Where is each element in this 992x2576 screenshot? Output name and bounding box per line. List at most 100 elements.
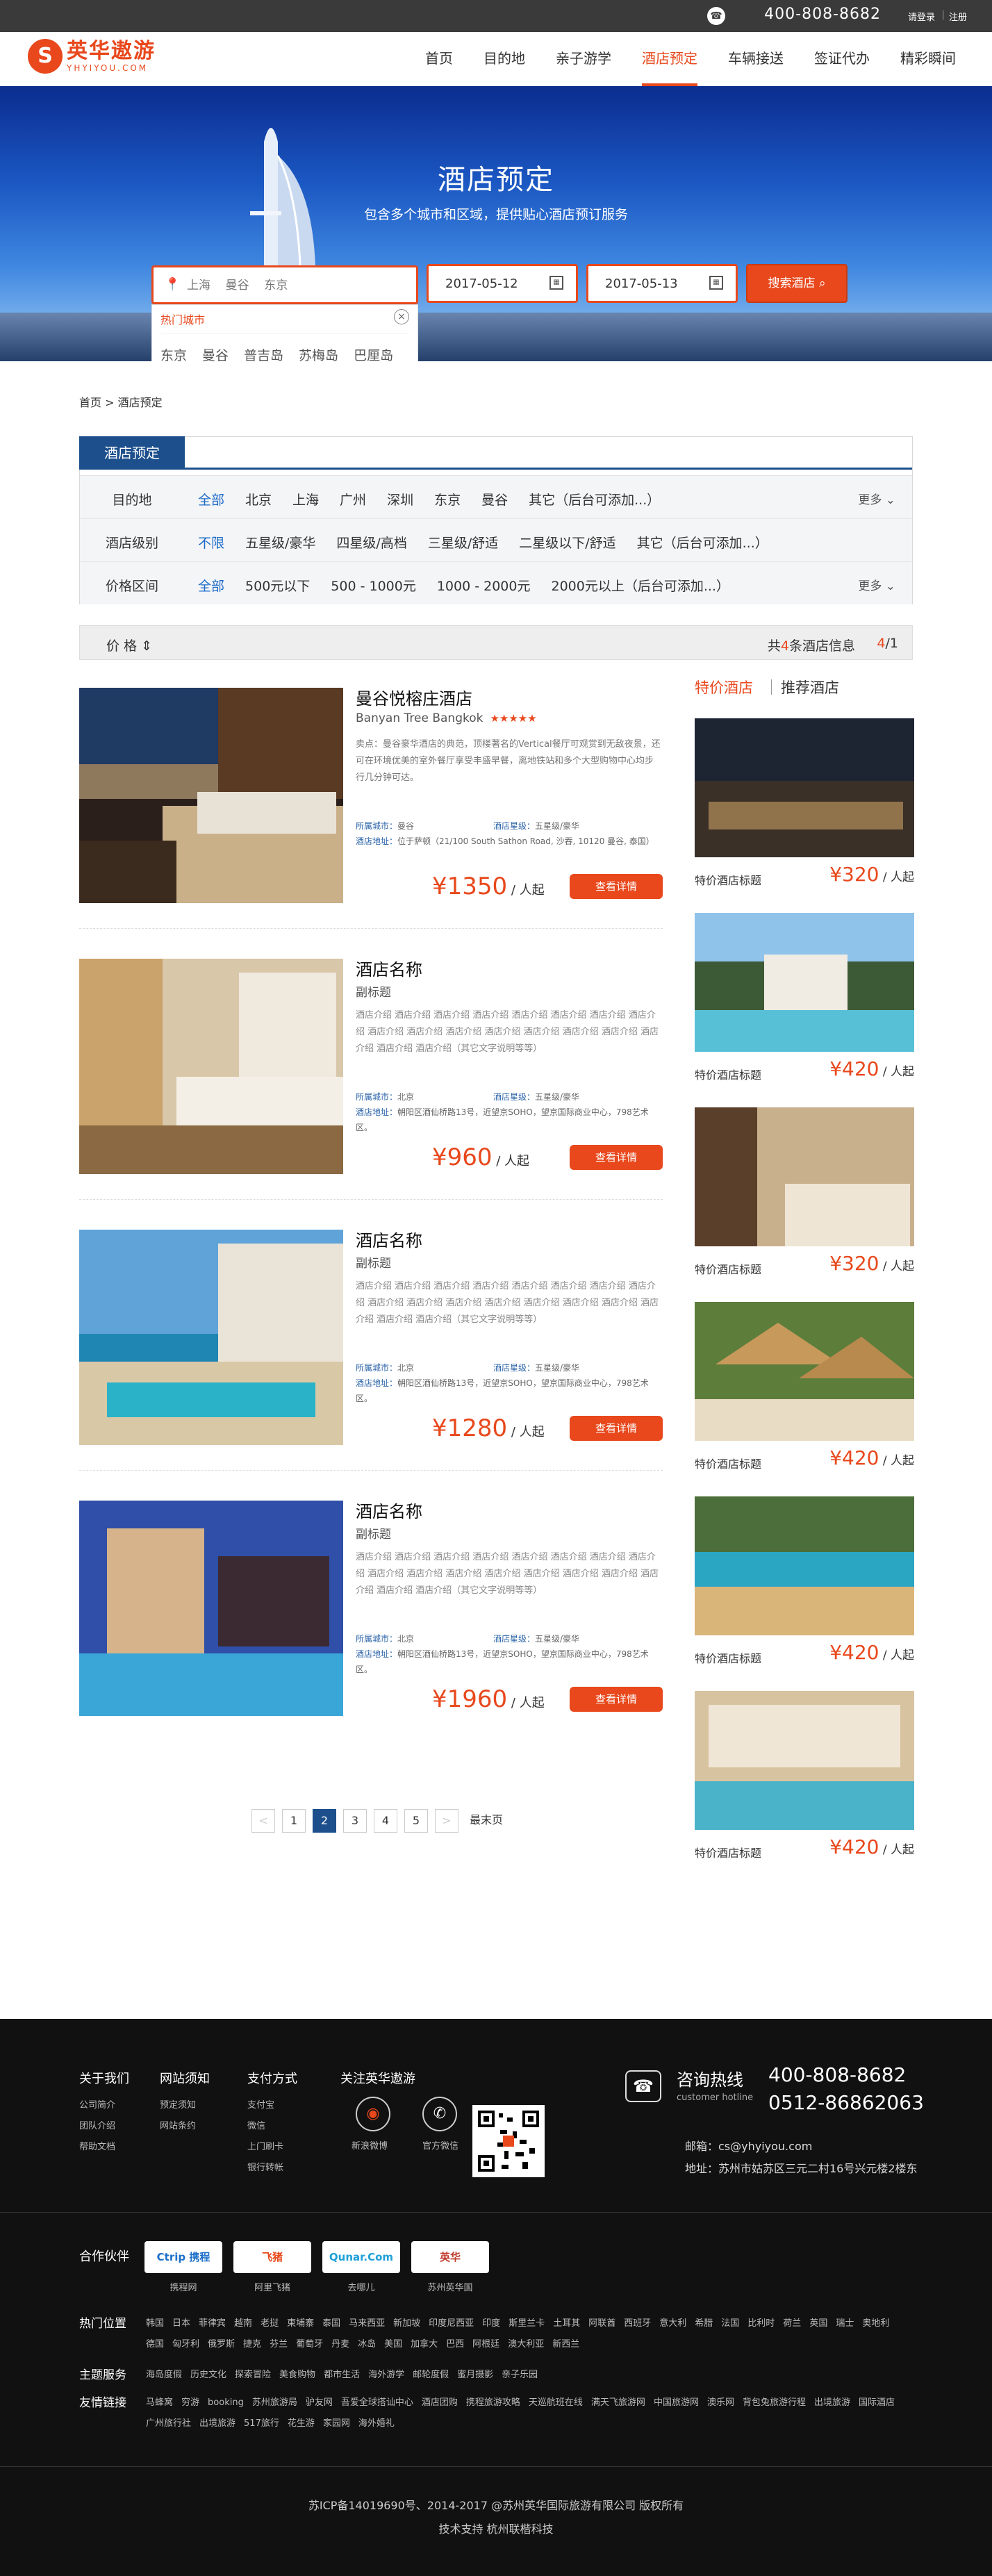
page-button-current[interactable]: 2 xyxy=(313,1809,336,1833)
friend-link[interactable]: 吾爱全球搭讪中心 xyxy=(341,2397,413,2408)
hot-destination-link[interactable]: 丹麦 xyxy=(331,2339,349,2350)
tab-recommended-hotels[interactable]: 推荐酒店 xyxy=(781,677,839,697)
friend-link[interactable]: 广州旅行社 xyxy=(146,2418,191,2429)
friend-link[interactable]: 海外婚礼 xyxy=(358,2418,395,2429)
view-details-button[interactable]: 查看详情 xyxy=(570,1416,663,1441)
nav-transfer[interactable]: 车辆接送 xyxy=(713,32,799,86)
hot-destination-link[interactable]: 加拿大 xyxy=(411,2339,438,2350)
hot-destination-link[interactable]: 老挝 xyxy=(261,2318,279,2329)
partner-logo[interactable]: Qunar.Com xyxy=(322,2241,400,2273)
partner-logo[interactable]: 飞猪 xyxy=(233,2241,311,2273)
hot-destination-link[interactable]: 土耳其 xyxy=(553,2318,580,2329)
hot-destination-link[interactable]: 冰岛 xyxy=(358,2339,376,2350)
friend-link[interactable]: 家园网 xyxy=(323,2418,350,2429)
hot-destination-link[interactable]: 菲律宾 xyxy=(199,2318,226,2329)
filter-option[interactable]: 北京 xyxy=(245,490,272,509)
view-details-button[interactable]: 查看详情 xyxy=(570,874,663,899)
footer-link[interactable]: 预定须知 xyxy=(160,2095,210,2116)
nav-home[interactable]: 首页 xyxy=(410,32,468,86)
hot-destination-link[interactable]: 西班牙 xyxy=(624,2318,651,2329)
filter-option[interactable]: 二星级以下/舒适 xyxy=(519,533,615,552)
special-hotel-card[interactable]: 特价酒店标题 ¥420 / 人起 xyxy=(695,1496,914,1685)
hot-destination-link[interactable]: 比利时 xyxy=(747,2318,775,2329)
tab-special-hotels[interactable]: 特价酒店 xyxy=(695,677,753,697)
wechat-icon[interactable]: ✆ xyxy=(422,2097,457,2131)
filter-option[interactable]: 全部 xyxy=(198,576,224,595)
hot-destination-link[interactable]: 阿联酋 xyxy=(588,2318,615,2329)
hot-destination-link[interactable]: 巴西 xyxy=(446,2339,464,2350)
special-hotel-card[interactable]: 特价酒店标题 ¥420 / 人起 xyxy=(695,913,914,1102)
hot-destination-link[interactable]: 荷兰 xyxy=(783,2318,801,2329)
weibo-icon[interactable]: ◉ xyxy=(356,2097,390,2131)
nav-study-tour[interactable]: 亲子游学 xyxy=(540,32,627,86)
hot-destination-link[interactable]: 泰国 xyxy=(322,2318,340,2329)
filter-option[interactable]: 五星级/豪华 xyxy=(245,533,315,552)
partner-logo[interactable]: Ctrip 携程 xyxy=(144,2241,222,2273)
friend-link[interactable]: 酒店团购 xyxy=(422,2397,458,2408)
hot-destination-link[interactable]: 澳大利亚 xyxy=(508,2339,544,2350)
filter-option[interactable]: 500元以下 xyxy=(245,576,310,595)
hot-destination-link[interactable]: 韩国 xyxy=(146,2318,164,2329)
search-hotel-button[interactable]: 搜索酒店 ⌕ xyxy=(746,264,848,303)
hot-destination-link[interactable]: 柬埔寨 xyxy=(287,2318,314,2329)
nav-hotel[interactable]: 酒店预定 xyxy=(627,32,713,86)
site-logo[interactable]: S 英华遨游 YHYIYOU.COM xyxy=(28,39,156,74)
hot-city-item[interactable]: 苏梅岛 xyxy=(299,345,338,361)
nav-visa[interactable]: 签证代办 xyxy=(799,32,885,86)
theme-service-link[interactable]: 探索冒险 xyxy=(235,2370,271,2380)
hotel-photo[interactable] xyxy=(79,1230,343,1445)
filter-option[interactable]: 四星级/高档 xyxy=(336,533,406,552)
special-hotel-card[interactable]: 特价酒店标题 ¥320 / 人起 xyxy=(695,718,914,907)
friend-link[interactable]: 中国旅游网 xyxy=(654,2397,699,2408)
hot-destination-link[interactable]: 英国 xyxy=(809,2318,827,2329)
friend-link[interactable]: 澳乐网 xyxy=(707,2397,734,2408)
friend-link[interactable]: 出境旅游 xyxy=(814,2397,850,2408)
hotel-name[interactable]: 曼谷悦榕庄酒店 xyxy=(356,685,472,709)
hot-destination-link[interactable]: 葡萄牙 xyxy=(296,2339,323,2350)
breadcrumb-home[interactable]: 首页 > xyxy=(79,396,115,409)
filter-option[interactable]: 1000 - 2000元 xyxy=(437,576,531,595)
hot-destination-link[interactable]: 印度 xyxy=(482,2318,500,2329)
next-page-button[interactable]: > xyxy=(435,1809,458,1833)
filter-option[interactable]: 东京 xyxy=(434,490,461,509)
footer-link[interactable]: 网站条约 xyxy=(160,2116,210,2137)
last-page-button[interactable]: 最末页 xyxy=(465,1809,508,1833)
filter-tab[interactable]: 酒店预定 xyxy=(79,436,185,470)
checkout-date-field[interactable]: 2017-05-13 ▦ xyxy=(586,264,738,303)
hot-city-item[interactable]: 巴厘岛 xyxy=(354,345,393,361)
hot-destination-link[interactable]: 印度尼西亚 xyxy=(429,2318,474,2329)
hot-destination-link[interactable]: 日本 xyxy=(172,2318,190,2329)
destination-search[interactable]: 📍 xyxy=(151,265,418,304)
hot-destination-link[interactable]: 奥地利 xyxy=(862,2318,889,2329)
partner-logo[interactable]: 英华 xyxy=(411,2241,489,2273)
special-hotel-card[interactable]: 特价酒店标题 ¥320 / 人起 xyxy=(695,1107,914,1296)
hot-destination-link[interactable]: 捷克 xyxy=(243,2339,261,2350)
friend-link[interactable]: 满天飞旅游网 xyxy=(591,2397,645,2408)
hotel-name[interactable]: 酒店名称 xyxy=(356,956,422,980)
hot-destination-link[interactable]: 法国 xyxy=(721,2318,739,2329)
prev-page-button[interactable]: < xyxy=(251,1809,275,1833)
page-button[interactable]: 1 xyxy=(282,1809,306,1833)
friend-link[interactable]: 苏州旅游局 xyxy=(252,2397,297,2408)
filter-option[interactable]: 深圳 xyxy=(387,490,413,509)
checkin-date-field[interactable]: 2017-05-12 ▦ xyxy=(427,264,578,303)
filter-option[interactable]: 广州 xyxy=(340,490,366,509)
filter-option[interactable]: 曼谷 xyxy=(481,490,508,509)
footer-link[interactable]: 银行转帐 xyxy=(247,2158,297,2179)
nav-destination[interactable]: 目的地 xyxy=(468,32,540,86)
hotel-name[interactable]: 酒店名称 xyxy=(356,1227,422,1251)
hot-destination-link[interactable]: 德国 xyxy=(146,2339,164,2350)
friend-link[interactable]: 驴友网 xyxy=(306,2397,333,2408)
destination-input[interactable] xyxy=(187,276,395,295)
footer-link[interactable]: 团队介绍 xyxy=(79,2116,129,2137)
footer-link[interactable]: 微信 xyxy=(247,2116,297,2137)
hot-destination-link[interactable]: 新加坡 xyxy=(393,2318,420,2329)
friend-link[interactable]: booking xyxy=(208,2397,244,2408)
friend-link[interactable]: 出境旅游 xyxy=(199,2418,235,2429)
footer-link[interactable]: 支付宝 xyxy=(247,2095,297,2116)
hotel-photo[interactable] xyxy=(79,688,343,903)
theme-service-link[interactable]: 历史文化 xyxy=(190,2370,226,2380)
friend-link[interactable]: 517旅行 xyxy=(244,2418,279,2429)
theme-service-link[interactable]: 海岛度假 xyxy=(146,2370,182,2380)
theme-service-link[interactable]: 都市生活 xyxy=(324,2370,360,2380)
